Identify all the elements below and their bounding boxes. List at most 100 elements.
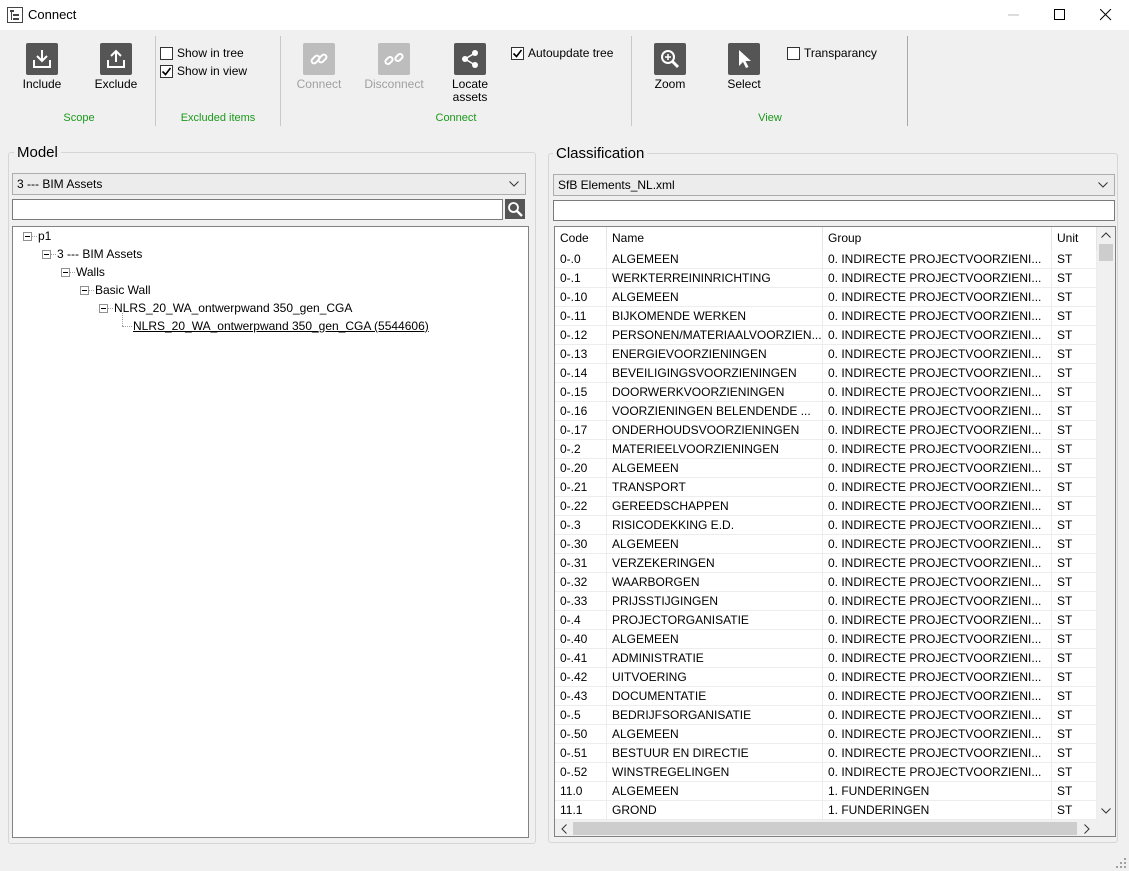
table-row[interactable]: 0-.32 WAARBORGEN 0. INDIRECTE PROJECTVOORZ…	[555, 573, 1097, 592]
model-dropdown[interactable]: 3 --- BIM Assets	[12, 173, 526, 195]
cell-group: 0. INDIRECTE PROJECTVOORZIENI...	[823, 649, 1052, 667]
table-row[interactable]: 0-.15 DOORWERKVOORZIENINGEN 0. INDIRECTE P…	[555, 383, 1097, 402]
tree-collapse-toggle[interactable]	[61, 268, 70, 277]
cell-code: 0-.33	[555, 592, 607, 610]
tree-collapse-toggle[interactable]	[99, 304, 108, 313]
cell-unit: ST	[1052, 250, 1097, 268]
maximize-button[interactable]	[1037, 0, 1083, 30]
cell-group: 0. INDIRECTE PROJECTVOORZIENI...	[823, 497, 1052, 515]
table-row[interactable]: 0-.13 ENERGIEVOORZIENINGEN 0. INDIRECTE PR…	[555, 345, 1097, 364]
zoom-button[interactable]: Zoom	[642, 43, 698, 91]
table-row[interactable]: 0-.0 ALGEMEEN 0. INDIRECTE PROJECTVOORZIEN…	[555, 250, 1097, 269]
cell-name: TRANSPORT	[607, 478, 823, 496]
transparancy-checkbox[interactable]: Transparancy	[787, 46, 877, 60]
model-tree[interactable]: p1 3 --- BIM Assets Walls Basic Wall NLR…	[12, 226, 529, 838]
tree-collapse-toggle[interactable]	[80, 286, 89, 295]
tree-node-selected[interactable]: NLRS_20_WA_ontwerpwand 350_gen_CGA (5544…	[133, 319, 429, 333]
cell-code: 0-.2	[555, 440, 607, 458]
tree-node[interactable]: Basic Wall	[95, 283, 151, 297]
classification-table[interactable]: Code Name Group Unit 0-.0 ALGEMEEN 0. INDI…	[554, 226, 1116, 837]
column-header-code[interactable]: Code	[555, 227, 607, 250]
scroll-right-icon[interactable]	[1084, 824, 1090, 834]
tree-collapse-toggle[interactable]	[23, 232, 32, 241]
vertical-scroll-thumb[interactable]	[1099, 244, 1113, 261]
table-row[interactable]: 0-.22 GEREEDSCHAPPEN 0. INDIRECTE PROJECTV…	[555, 497, 1097, 516]
cell-group: 0. INDIRECTE PROJECTVOORZIENI...	[823, 402, 1052, 420]
table-row[interactable]: 0-.33 PRIJSSTIJGINGEN 0. INDIRECTE PROJECT…	[555, 592, 1097, 611]
checkmark-icon	[512, 49, 523, 58]
cell-name: MATERIEELVOORZIENINGEN	[607, 440, 823, 458]
cell-code: 0-.0	[555, 250, 607, 268]
table-row[interactable]: 11.0 ALGEMEEN 1. FUNDERINGEN ST	[555, 782, 1097, 801]
resize-grip-icon[interactable]	[1115, 857, 1127, 869]
table-row[interactable]: 0-.43 DOCUMENTATIE 0. INDIRECTE PROJECTVOO…	[555, 687, 1097, 706]
cell-unit: ST	[1052, 383, 1097, 401]
table-row[interactable]: 0-.12 PERSONEN/MATERIAALVOORZIEN... 0. IND…	[555, 326, 1097, 345]
cell-name: BIJKOMENDE WERKEN	[607, 307, 823, 325]
table-row[interactable]: 0-.14 BEVEILIGINGSVOORZIENINGEN 0. INDIREC…	[555, 364, 1097, 383]
cell-code: 0-.13	[555, 345, 607, 363]
table-row[interactable]: 0-.1 WERKTERREININRICHTING 0. INDIRECTE PR…	[555, 269, 1097, 288]
scroll-up-icon[interactable]	[1101, 232, 1111, 238]
table-row[interactable]: 0-.5 BEDRIJFSORGANISATIE 0. INDIRECTE PROJ…	[555, 706, 1097, 725]
column-header-name[interactable]: Name	[607, 227, 823, 250]
model-search-input[interactable]	[12, 199, 503, 220]
table-row[interactable]: 0-.17 ONDERHOUDSVOORZIENINGEN 0. INDIRECTE…	[555, 421, 1097, 440]
select-button[interactable]: Select	[716, 43, 772, 91]
classification-search-input[interactable]	[553, 200, 1115, 221]
connect-button[interactable]: Connect	[291, 43, 347, 91]
scroll-left-icon[interactable]	[561, 824, 567, 834]
table-row[interactable]: 0-.51 BESTUUR EN DIRECTIE 0. INDIRECTE PRO…	[555, 744, 1097, 763]
table-row[interactable]: 0-.3 RISICODEKKING E.D. 0. INDIRECTE PROJE…	[555, 516, 1097, 535]
horizontal-scroll-thumb[interactable]	[573, 822, 1077, 835]
table-row[interactable]: 0-.20 ALGEMEEN 0. INDIRECTE PROJECTVOORZIE…	[555, 459, 1097, 478]
cell-name: WAARBORGEN	[607, 573, 823, 591]
table-row[interactable]: 0-.41 ADMINISTRATIE 0. INDIRECTE PROJECTVO…	[555, 649, 1097, 668]
table-row[interactable]: 0-.50 ALGEMEEN 0. INDIRECTE PROJECTVOORZIE…	[555, 725, 1097, 744]
checkmark-icon	[161, 67, 172, 76]
tree-node[interactable]: 3 --- BIM Assets	[57, 247, 142, 261]
table-row[interactable]: 0-.21 TRANSPORT 0. INDIRECTE PROJECTVOORZI…	[555, 478, 1097, 497]
scroll-down-icon[interactable]	[1101, 808, 1111, 814]
table-row[interactable]: 0-.42 UITVOERING 0. INDIRECTE PROJECTVOORZ…	[555, 668, 1097, 687]
disconnect-button[interactable]: Disconnect	[360, 43, 428, 91]
locate-assets-button[interactable]: Locate assets	[442, 43, 498, 104]
cell-name: DOORWERKVOORZIENINGEN	[607, 383, 823, 401]
table-row[interactable]: 0-.30 ALGEMEEN 0. INDIRECTE PROJECTVOORZIE…	[555, 535, 1097, 554]
table-row[interactable]: 0-.4 PROJECTORGANISATIE 0. INDIRECTE PROJE…	[555, 611, 1097, 630]
tree-node[interactable]: NLRS_20_WA_ontwerpwand 350_gen_CGA	[114, 301, 352, 315]
table-header: Code Name Group Unit	[555, 227, 1097, 250]
column-header-group[interactable]: Group	[823, 227, 1052, 250]
table-row[interactable]: 0-.31 VERZEKERINGEN 0. INDIRECTE PROJECTVO…	[555, 554, 1097, 573]
cell-code: 0-.15	[555, 383, 607, 401]
exclude-button[interactable]: Exclude	[88, 43, 144, 91]
tree-node[interactable]: p1	[38, 229, 51, 243]
autoupdate-tree-checkbox[interactable]: Autoupdate tree	[511, 46, 613, 60]
cell-group: 0. INDIRECTE PROJECTVOORZIENI...	[823, 307, 1052, 325]
column-header-unit[interactable]: Unit	[1052, 227, 1097, 250]
cell-code: 0-.12	[555, 326, 607, 344]
table-row[interactable]: 0-.10 ALGEMEEN 0. INDIRECTE PROJECTVOORZIE…	[555, 288, 1097, 307]
close-button[interactable]	[1083, 0, 1129, 30]
tree-connector	[122, 326, 132, 327]
tree-collapse-toggle[interactable]	[42, 250, 51, 259]
table-row[interactable]: 0-.16 VOORZIENINGEN BELENDENDE ... 0. INDI…	[555, 402, 1097, 421]
table-row[interactable]: 0-.2 MATERIEELVOORZIENINGEN 0. INDIRECTE P…	[555, 440, 1097, 459]
table-row[interactable]: 0-.52 WINSTREGELINGEN 0. INDIRECTE PROJECT…	[555, 763, 1097, 782]
table-row[interactable]: 11.1 GROND 1. FUNDERINGEN ST	[555, 801, 1097, 820]
vertical-scrollbar[interactable]	[1097, 227, 1115, 820]
cell-group: 1. FUNDERINGEN	[823, 782, 1052, 800]
table-row[interactable]: 0-.11 BIJKOMENDE WERKEN 0. INDIRECTE PROJE…	[555, 307, 1097, 326]
include-button[interactable]: Include	[14, 43, 70, 91]
cell-group: 0. INDIRECTE PROJECTVOORZIENI...	[823, 364, 1052, 382]
tree-node[interactable]: Walls	[76, 265, 105, 279]
table-row[interactable]: 0-.40 ALGEMEEN 0. INDIRECTE PROJECTVOORZIE…	[555, 630, 1097, 649]
show-in-tree-checkbox[interactable]: Show in tree	[160, 46, 244, 60]
show-in-view-checkbox[interactable]: Show in view	[160, 64, 247, 78]
model-search-button[interactable]	[505, 199, 525, 219]
horizontal-scrollbar[interactable]	[555, 820, 1097, 836]
cell-unit: ST	[1052, 440, 1097, 458]
app-tree-icon	[7, 7, 23, 23]
classification-dropdown[interactable]: SfB Elements_NL.xml	[553, 174, 1115, 196]
minimize-button[interactable]	[991, 0, 1037, 30]
